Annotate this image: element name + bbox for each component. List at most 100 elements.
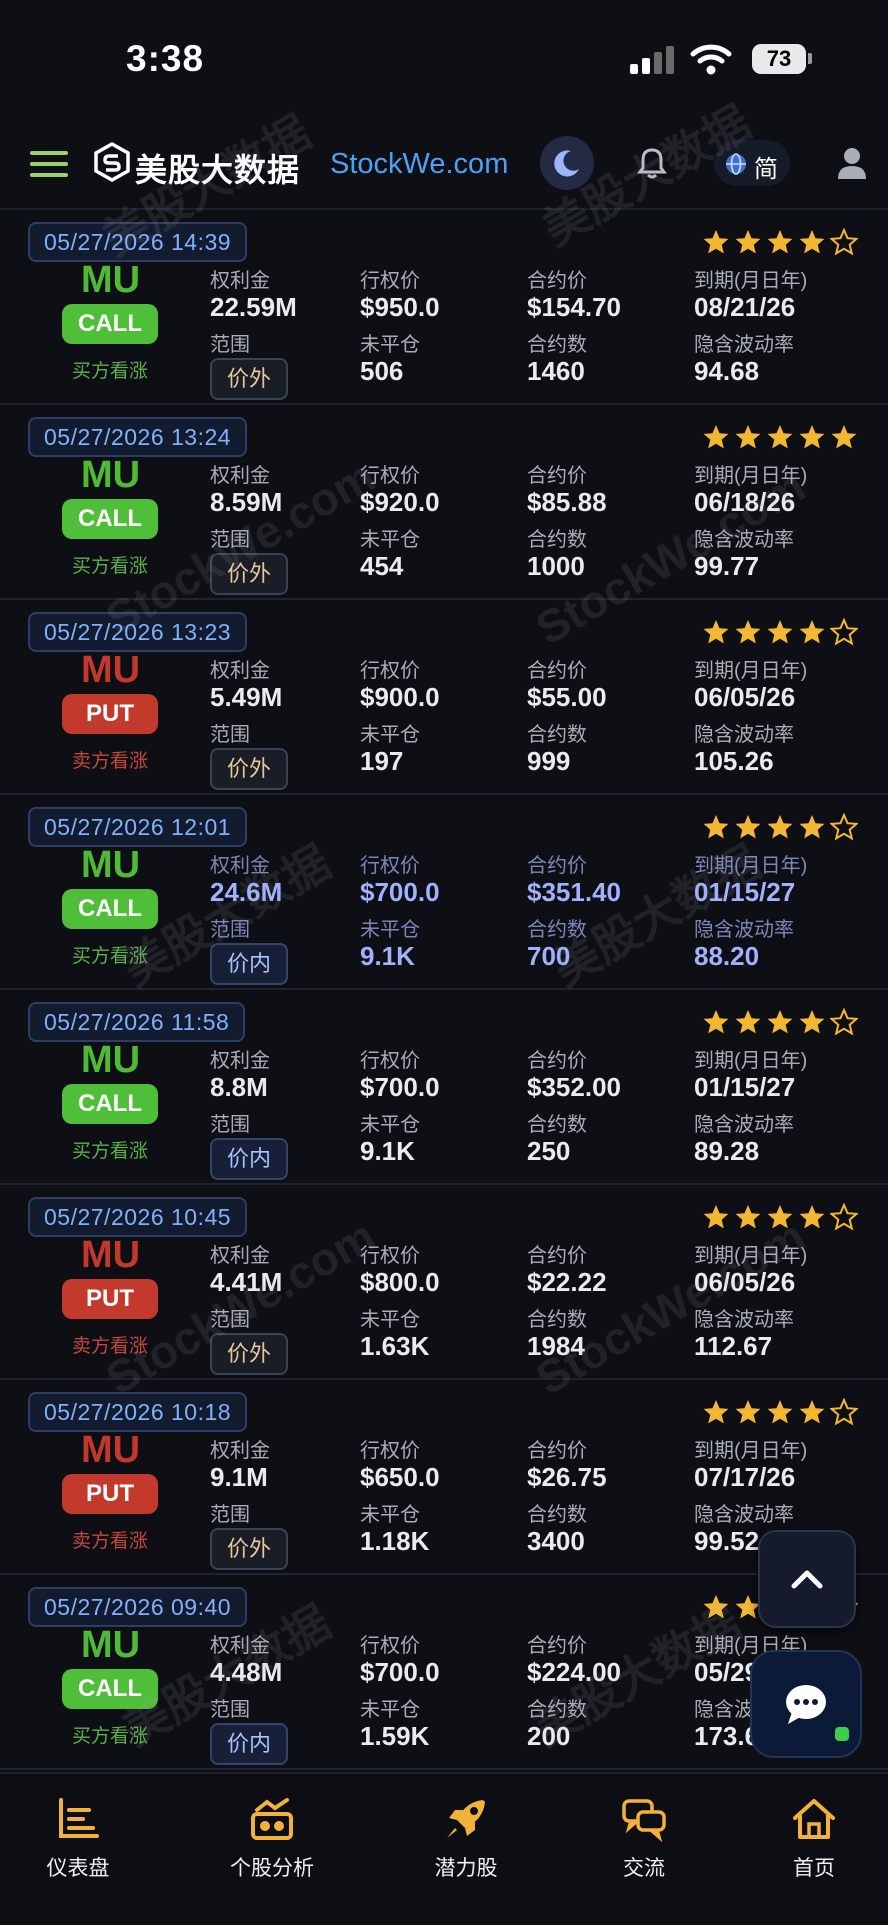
trade-card[interactable]: 05/27/2026 11:58 MU CALL 买方看涨 权利金 8.8M 行权价 $700…	[0, 988, 888, 1185]
field-label-contracts: 合约数	[527, 919, 587, 941]
bell-icon[interactable]	[636, 146, 668, 180]
field-label-range: 范围	[210, 529, 250, 551]
star-filled-icon	[799, 1400, 825, 1424]
star-filled-icon	[703, 1205, 729, 1229]
trade-card[interactable]: 05/27/2026 14:39 MU CALL 买方看涨 权利金 22.59M 行权价 $9…	[0, 208, 888, 405]
trade-card[interactable]: 05/27/2026 13:24 MU CALL 买方看涨 权利金 8.59M 行权价 $92…	[0, 403, 888, 600]
field-value-contract-price: $26.75	[527, 1462, 607, 1492]
field-label-expiry: 到期(月日年)	[694, 1440, 808, 1462]
option-type-badge: CALL	[62, 1084, 158, 1124]
field-label-expiry: 到期(月日年)	[694, 855, 808, 877]
ticker-symbol[interactable]: MU	[58, 845, 163, 885]
field-value-strike: $650.0	[360, 1462, 440, 1492]
theme-toggle-button[interactable]	[540, 136, 594, 190]
field-value-contracts: 700	[527, 941, 571, 971]
ticker-symbol[interactable]: MU	[58, 455, 163, 495]
field-value-premium: 22.59M	[210, 292, 297, 322]
rating-stars	[702, 1008, 862, 1038]
field-label-premium: 权利金	[210, 1050, 270, 1072]
field-value-expiry: 06/18/26	[694, 487, 796, 517]
trade-timestamp: 05/27/2026 10:18	[28, 1392, 248, 1432]
field-value-open-interest: 506	[360, 356, 404, 386]
field-value-iv: 105.26	[694, 746, 774, 776]
trade-side-label: 买方看涨	[71, 361, 148, 382]
field-label-open-interest: 未平仓	[360, 1504, 420, 1526]
star-empty-icon	[830, 1203, 858, 1231]
menu-icon[interactable]	[30, 151, 68, 177]
language-toggle-button[interactable]: 简	[714, 140, 790, 186]
field-value-premium: 8.59M	[210, 487, 283, 517]
moneyness-badge: 价外	[210, 358, 288, 400]
field-value-contract-price: $224.00	[527, 1657, 621, 1687]
rating-stars	[702, 423, 862, 453]
field-value-contracts: 250	[527, 1136, 571, 1166]
moneyness-badge: 价内	[210, 1723, 288, 1765]
trade-timestamp: 05/27/2026 13:23	[28, 612, 248, 652]
trade-timestamp: 05/27/2026 10:45	[28, 1197, 248, 1237]
star-filled-icon	[735, 1400, 761, 1424]
scroll-to-top-button[interactable]	[758, 1530, 856, 1628]
globe-icon	[726, 153, 746, 175]
moneyness-badge: 价外	[210, 1528, 288, 1570]
field-value-premium: 4.41M	[210, 1267, 283, 1297]
star-filled-icon	[703, 815, 729, 839]
trade-side-label: 买方看涨	[71, 1141, 148, 1162]
ticker-symbol[interactable]: MU	[58, 1235, 163, 1275]
field-label-open-interest: 未平仓	[360, 529, 420, 551]
field-label-contract-price: 合约价	[527, 1635, 587, 1657]
field-value-premium: 5.49M	[210, 682, 283, 712]
field-value-contract-price: $351.40	[527, 877, 621, 907]
tab-dashboard[interactable]: 仪表盘	[8, 1796, 148, 1882]
trade-card[interactable]: 05/27/2026 10:18 MU PUT 卖方看涨 权利金 9.1M 行权价 $650.…	[0, 1378, 888, 1575]
ticker-symbol[interactable]: MU	[58, 1430, 163, 1470]
brand-domain[interactable]: StockWe.com	[330, 148, 508, 181]
field-label-iv: 隐含波动率	[694, 724, 794, 746]
star-filled-icon	[703, 1595, 729, 1619]
user-icon[interactable]	[836, 146, 868, 180]
star-empty-icon	[830, 618, 858, 646]
star-filled-icon	[767, 620, 793, 644]
field-label-strike: 行权价	[360, 1245, 420, 1267]
moneyness-badge: 价外	[210, 1333, 288, 1375]
trade-card[interactable]: 05/27/2026 13:23 MU PUT 卖方看涨 权利金 5.49M 行权价 $900…	[0, 598, 888, 795]
star-filled-icon	[735, 620, 761, 644]
field-label-iv: 隐含波动率	[694, 1504, 794, 1526]
star-filled-icon	[767, 425, 793, 449]
tab-stock-analysis[interactable]: 个股分析	[202, 1796, 342, 1882]
field-value-iv: 112.67	[694, 1331, 773, 1361]
star-filled-icon	[799, 620, 825, 644]
star-filled-icon	[703, 1010, 729, 1034]
tab-potential-stocks[interactable]: 潜力股	[396, 1796, 536, 1882]
ticker-symbol[interactable]: MU	[58, 260, 163, 300]
option-type-badge: PUT	[62, 1474, 158, 1514]
field-label-open-interest: 未平仓	[360, 724, 420, 746]
trade-card[interactable]: 05/27/2026 10:45 MU PUT 卖方看涨 权利金 4.41M 行权价 $800…	[0, 1183, 888, 1380]
brand-name[interactable]: 美股大数据	[135, 145, 300, 191]
star-empty-icon	[830, 1008, 858, 1036]
field-value-open-interest: 454	[360, 551, 404, 581]
option-type-badge: CALL	[62, 1669, 158, 1709]
trade-timestamp: 05/27/2026 14:39	[28, 222, 248, 262]
trade-timestamp: 05/27/2026 09:40	[28, 1587, 248, 1627]
star-empty-icon	[830, 813, 858, 841]
field-value-strike: $950.0	[360, 292, 440, 322]
trade-side-label: 买方看涨	[71, 1726, 148, 1747]
ticker-symbol[interactable]: MU	[58, 1625, 163, 1665]
tab-community[interactable]: 交流	[574, 1796, 714, 1882]
field-value-expiry: 01/15/27	[694, 877, 796, 907]
field-value-contract-price: $22.22	[527, 1267, 607, 1297]
ticker-symbol[interactable]: MU	[58, 650, 163, 690]
home-icon	[793, 1799, 835, 1839]
star-empty-icon	[830, 228, 858, 256]
ticker-symbol[interactable]: MU	[58, 1040, 163, 1080]
rating-stars	[702, 1398, 862, 1428]
option-type-badge: CALL	[62, 499, 158, 539]
field-value-contract-price: $85.88	[527, 487, 607, 517]
field-label-premium: 权利金	[210, 1440, 270, 1462]
star-filled-icon	[799, 1205, 825, 1229]
star-filled-icon	[767, 1205, 793, 1229]
tab-home[interactable]: 首页	[744, 1796, 884, 1882]
field-label-premium: 权利金	[210, 1245, 270, 1267]
field-label-range: 范围	[210, 919, 250, 941]
trade-card[interactable]: 05/27/2026 12:01 MU CALL 买方看涨 权利金 24.6M 行权价 $70…	[0, 793, 888, 990]
